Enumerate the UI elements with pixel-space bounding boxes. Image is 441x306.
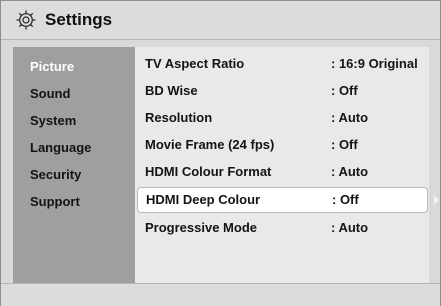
setting-row-movie-frame[interactable]: Movie Frame (24 fps) : Off [135, 132, 429, 158]
setting-label: Progressive Mode [145, 220, 257, 235]
setting-value: : Off [331, 137, 358, 152]
page-title: Settings [45, 10, 113, 29]
sidebar-item-system[interactable]: System [30, 111, 76, 131]
sidebar-item-security[interactable]: Security [30, 165, 81, 185]
setting-row-hdmi-deep-colour[interactable]: HDMI Deep Colour : Off [137, 187, 428, 213]
setting-row-bd-wise[interactable]: BD Wise : Off [135, 78, 429, 104]
setting-value: : 16:9 Original [331, 56, 418, 71]
setting-label: HDMI Colour Format [145, 164, 272, 179]
settings-list: TV Aspect Ratio : 16:9 Original BD Wise … [135, 47, 429, 283]
submenu-arrow-icon [434, 195, 439, 205]
header-bar: Settings [1, 1, 440, 40]
setting-value: : Auto [331, 110, 369, 125]
setting-label: BD Wise [145, 83, 198, 98]
setting-label: HDMI Deep Colour [146, 192, 261, 207]
setting-label: Movie Frame (24 fps) [145, 137, 275, 152]
sidebar-item-sound[interactable]: Sound [30, 84, 70, 104]
setting-value: : Auto [331, 220, 369, 235]
setting-value: : Off [332, 192, 359, 207]
footer-bar [1, 283, 440, 306]
settings-window: Settings Picture Sound System Language S… [0, 0, 441, 306]
setting-row-resolution[interactable]: Resolution : Auto [135, 105, 429, 131]
setting-label: TV Aspect Ratio [145, 56, 245, 71]
gear-icon [16, 10, 36, 30]
sidebar-menu: Picture Sound System Language Security S… [13, 47, 135, 283]
sidebar-item-support[interactable]: Support [30, 192, 80, 212]
setting-row-hdmi-colour-format[interactable]: HDMI Colour Format : Auto [135, 159, 429, 185]
setting-value: : Auto [331, 164, 369, 179]
setting-row-tv-aspect-ratio[interactable]: TV Aspect Ratio : 16:9 Original [135, 51, 429, 77]
setting-row-progressive-mode[interactable]: Progressive Mode : Auto [135, 215, 429, 241]
sidebar-item-language[interactable]: Language [30, 138, 91, 158]
setting-value: : Off [331, 83, 358, 98]
sidebar-item-picture[interactable]: Picture [30, 57, 74, 77]
setting-label: Resolution [145, 110, 213, 125]
